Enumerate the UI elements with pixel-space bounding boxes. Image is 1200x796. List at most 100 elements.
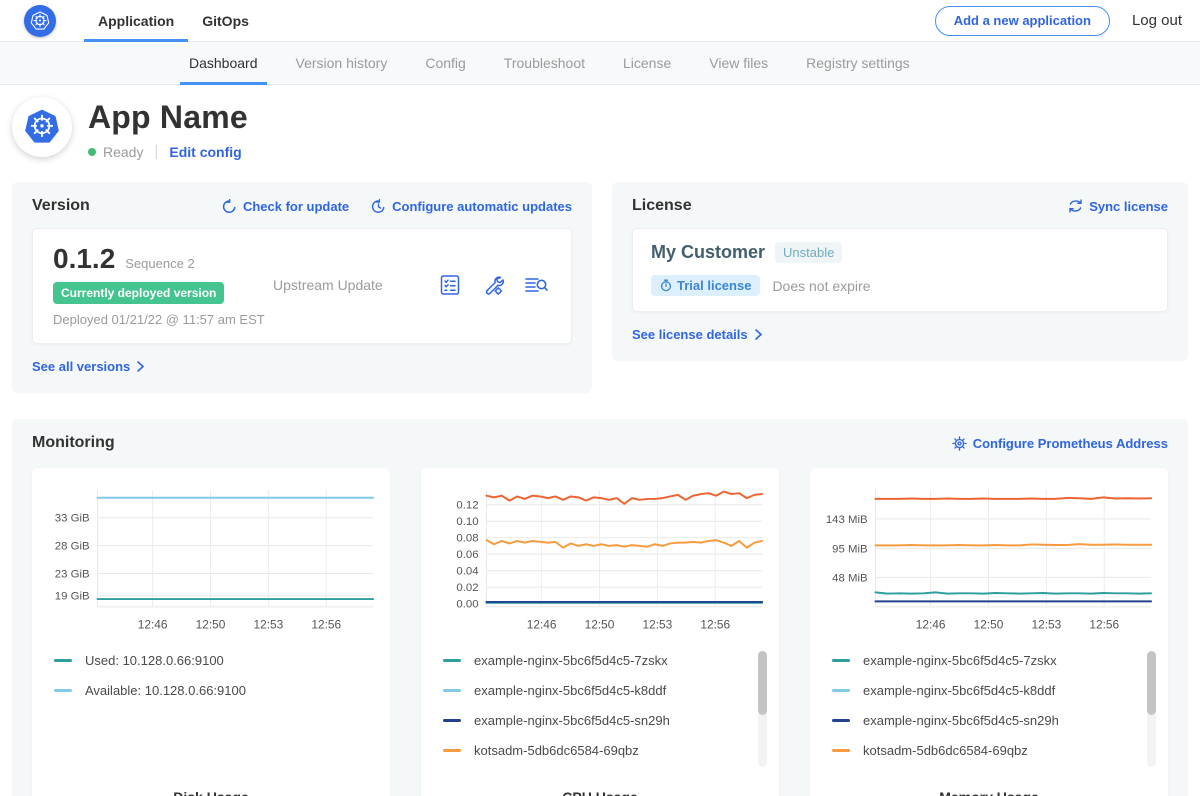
legend-item: kotsadm-5db6dc6584-69qbz [443,743,753,758]
app-avatar [12,97,72,157]
svg-text:12:46: 12:46 [916,618,946,632]
chevron-right-icon [136,361,145,372]
legend-label: example-nginx-5bc6f5d4c5-7zskx [474,653,668,668]
logout-link[interactable]: Log out [1132,12,1182,29]
svg-text:143 MiB: 143 MiB [826,514,868,526]
svg-text:19 GiB: 19 GiB [55,591,90,603]
cpu-usage-chart-card: 0.120.100.080.060.040.020.0012:4612:5012… [421,468,779,796]
tab-troubleshoot[interactable]: Troubleshoot [485,42,604,84]
see-license-details-link[interactable]: See license details [632,327,763,342]
tab-license-label: License [623,55,671,71]
svg-text:33 GiB: 33 GiB [55,513,90,525]
svg-text:12:53: 12:53 [1031,618,1061,632]
svg-text:0.00: 0.00 [456,599,478,611]
chart-title: Memory Usage [818,777,1160,796]
see-all-versions-label: See all versions [32,359,130,374]
tab-view-files[interactable]: View files [690,42,787,84]
cpu-usage-legend: example-nginx-5bc6f5d4c5-7zskx example-ng… [429,651,771,777]
config-wrench-icon[interactable] [480,272,506,298]
svg-text:12:50: 12:50 [974,618,1004,632]
see-license-details-label: See license details [632,327,748,342]
license-card-title: License [632,197,692,215]
sync-license-link[interactable]: Sync license [1068,199,1168,214]
status-badge: Ready [103,144,143,160]
legend-label: kotsadm-5db6dc6584-69qbz [863,743,1028,758]
chevron-right-icon [754,329,763,340]
legend-scrollbar-thumb[interactable] [758,651,767,715]
see-all-versions-link[interactable]: See all versions [32,359,145,374]
tab-gitops-label: GitOps [202,13,249,29]
svg-text:0.06: 0.06 [456,549,478,561]
legend-color-dash [443,719,461,722]
deployed-timestamp: Deployed 01/21/22 @ 11:57 am EST [53,312,273,327]
view-diff-files-icon[interactable] [523,272,549,298]
chart-title: Disk Usage [40,777,382,796]
gear-icon [952,436,967,451]
tab-config[interactable]: Config [406,42,484,84]
customer-name: My Customer [651,242,765,263]
app-logo[interactable] [24,0,56,41]
legend-label: Available: 10.128.0.66:9100 [85,683,246,698]
monitoring-section: Monitoring Configure Prometheus Address … [12,419,1188,796]
legend-item: Used: 10.128.0.66:9100 [54,653,364,668]
monitoring-title: Monitoring [32,434,115,452]
memory-usage-chart[interactable]: 143 MiB95 MiB48 MiB12:4612:5012:5312:56 [818,480,1160,637]
legend-item: example-nginx-5bc6f5d4c5-7zskx [832,653,1142,668]
legend-label: example-nginx-5bc6f5d4c5-k8ddf [474,683,666,698]
svg-text:12:50: 12:50 [585,618,615,632]
svg-text:12:46: 12:46 [138,618,168,632]
cpu-usage-chart[interactable]: 0.120.100.080.060.040.020.0012:4612:5012… [429,480,771,637]
svg-text:12:53: 12:53 [642,618,672,632]
memory-usage-legend: example-nginx-5bc6f5d4c5-7zskx example-ng… [818,651,1160,777]
edit-config-link[interactable]: Edit config [169,144,241,160]
app-header: App Name Ready | Edit config [0,85,1200,176]
trial-license-label: Trial license [677,278,751,293]
legend-scrollbar[interactable] [1147,651,1156,767]
svg-text:48 MiB: 48 MiB [832,572,867,584]
memory-usage-chart-card: 143 MiB95 MiB48 MiB12:4612:5012:5312:56 … [810,468,1168,796]
configure-prometheus-label: Configure Prometheus Address [973,436,1168,451]
legend-scrollbar[interactable] [758,651,767,767]
tab-gitops[interactable]: GitOps [188,0,263,41]
legend-label: Used: 10.128.0.66:9100 [85,653,224,668]
sync-license-label: Sync license [1089,199,1168,214]
legend-item: example-nginx-5bc6f5d4c5-k8ddf [443,683,753,698]
tab-troubleshoot-label: Troubleshoot [504,55,585,71]
top-nav-tabs: Application GitOps [84,0,263,41]
legend-label: example-nginx-5bc6f5d4c5-sn29h [474,713,670,728]
legend-color-dash [832,659,850,662]
legend-color-dash [443,749,461,752]
disk-usage-chart[interactable]: 33 GiB28 GiB23 GiB19 GiB12:4612:5012:531… [40,480,382,637]
legend-item: Available: 10.128.0.66:9100 [54,683,364,698]
check-for-update-link[interactable]: Check for update [222,199,349,214]
legend-item: example-nginx-5bc6f5d4c5-sn29h [443,713,753,728]
tab-application[interactable]: Application [84,0,188,41]
sync-arrows-icon [1068,199,1083,213]
legend-color-dash [832,689,850,692]
configure-automatic-updates-link[interactable]: Configure automatic updates [371,199,572,214]
sequence-label: Sequence 2 [125,256,194,271]
svg-text:0.08: 0.08 [456,533,478,545]
add-application-button[interactable]: Add a new application [935,6,1110,36]
tab-registry-settings[interactable]: Registry settings [787,42,928,84]
legend-color-dash [443,659,461,662]
legend-label: kotsadm-5db6dc6584-69qbz [474,743,639,758]
tab-version-history[interactable]: Version history [277,42,407,84]
legend-item: example-nginx-5bc6f5d4c5-sn29h [832,713,1142,728]
version-card: Version Check for update Configure autom… [12,182,592,393]
tab-view-files-label: View files [709,55,768,71]
tab-license[interactable]: License [604,42,690,84]
configure-prometheus-link[interactable]: Configure Prometheus Address [952,436,1168,451]
chart-title: CPU Usage [429,777,771,796]
legend-scrollbar-thumb[interactable] [1147,651,1156,715]
tab-dashboard[interactable]: Dashboard [170,42,277,84]
svg-text:12:56: 12:56 [1089,618,1119,632]
legend-label: example-nginx-5bc6f5d4c5-sn29h [863,713,1059,728]
version-number: 0.1.2 [53,243,115,275]
configure-automatic-updates-label: Configure automatic updates [392,199,572,214]
trial-license-badge: Trial license [651,275,760,296]
stopwatch-icon [660,279,672,292]
preflight-checklist-icon[interactable] [437,272,463,298]
legend-color-dash [54,659,72,662]
legend-color-dash [832,719,850,722]
